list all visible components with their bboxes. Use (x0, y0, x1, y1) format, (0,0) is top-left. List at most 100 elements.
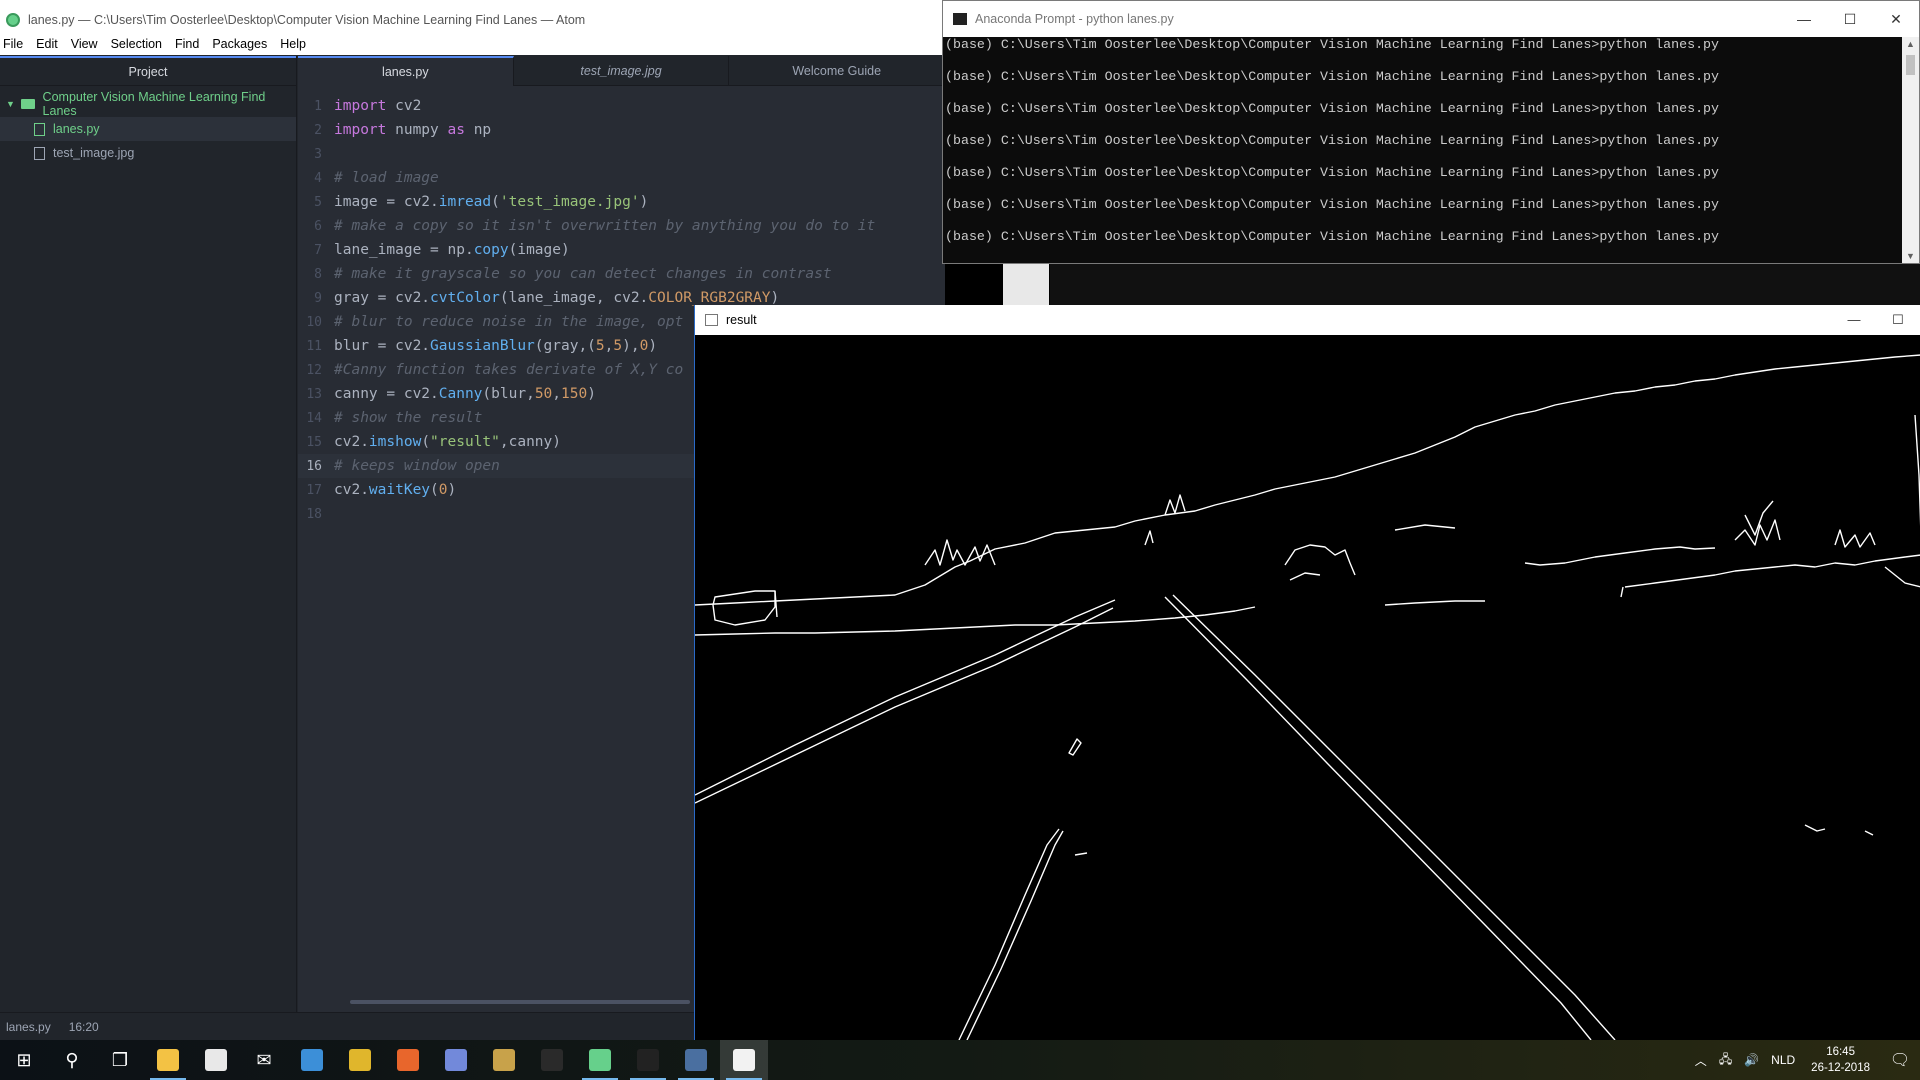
code-token: # show the result (334, 410, 483, 426)
tree-item-file[interactable]: test_image.jpg (0, 141, 296, 165)
volume-icon[interactable]: 🔊 (1744, 1053, 1759, 1067)
r-glyph (541, 1049, 563, 1071)
code-line[interactable]: 4 # load image (298, 166, 945, 190)
atom-icon[interactable] (576, 1040, 624, 1080)
code-token: ) (639, 194, 649, 210)
tab-lanes-py[interactable]: lanes.py (298, 56, 514, 86)
code-token: "result" (430, 434, 500, 450)
system-tray: ︿ 🖧 🔊 NLD 16:45 26-12-2018 🗨 (1689, 1040, 1920, 1080)
discord-icon[interactable] (432, 1040, 480, 1080)
terminal-line: (base) C:\Users\Tim Oosterlee\Desktop\Co… (945, 69, 1720, 84)
start-icon[interactable]: ⊞ (0, 1040, 48, 1080)
line-number: 14 (306, 410, 322, 426)
r-icon[interactable] (528, 1040, 576, 1080)
taskbar: ⊞ ⚲ ❐ ✉ ︿ 🖧 🔊 NLD 16:45 26-12-2018 🗨 (0, 1040, 1920, 1080)
file-code-icon (34, 122, 45, 136)
code-token: (blur, (482, 386, 535, 402)
code-line[interactable]: 2 import numpy as np (298, 118, 945, 142)
code-token: ( (430, 482, 439, 498)
terminal-line: (base) C:\Users\Tim Oosterlee\Desktop\Co… (945, 165, 1720, 180)
code-token: imread (438, 194, 492, 210)
code-line[interactable]: 6 # make a copy so it isn't overwritten b… (298, 214, 945, 238)
firefox-icon[interactable] (384, 1040, 432, 1080)
code-token: as (447, 122, 465, 138)
code-line[interactable]: 5 image = cv2.imread('test_image.jpg') (298, 190, 945, 214)
edge-small-right1 (1804, 824, 1826, 832)
menu-edit[interactable]: Edit (33, 37, 68, 55)
clock[interactable]: 16:45 26-12-2018 (1811, 1044, 1870, 1076)
store-icon[interactable] (192, 1040, 240, 1080)
tree-item-label: lanes.py (53, 122, 100, 136)
conda-scrollbar[interactable]: ▲ ▼ (1902, 37, 1919, 263)
search-icon[interactable]: ⚲ (48, 1040, 96, 1080)
editor-tab-bar: lanes.py test_image.jpg Welcome Guide (298, 56, 946, 86)
language-indicator[interactable]: NLD (1771, 1053, 1795, 1067)
tab-welcome-guide[interactable]: Welcome Guide (729, 56, 946, 86)
edge-horizon (695, 354, 1920, 606)
file-explorer-icon[interactable] (144, 1040, 192, 1080)
scroll-up-arrow-icon[interactable]: ▲ (1902, 39, 1919, 49)
code-token: 5 (595, 338, 605, 354)
tree-item-file[interactable]: lanes.py (0, 117, 296, 141)
line-number: 18 (306, 506, 322, 522)
close-button[interactable]: ✕ (1873, 11, 1919, 28)
terminal-icon[interactable] (624, 1040, 672, 1080)
chrome-icon[interactable] (336, 1040, 384, 1080)
edge-center-dash2 (966, 830, 1064, 1040)
minimize-button[interactable]: — (1832, 312, 1876, 328)
code-token: Canny (438, 386, 483, 402)
network-icon[interactable]: 🖧 (1719, 1050, 1732, 1071)
mail-icon[interactable]: ✉ (240, 1040, 288, 1080)
terminal-line: (base) C:\Users\Tim Oosterlee\Desktop\Co… (945, 229, 1720, 244)
menu-find[interactable]: Find (172, 37, 209, 55)
line-number: 4 (314, 170, 322, 186)
menu-help[interactable]: Help (277, 37, 316, 55)
store-glyph (205, 1049, 227, 1071)
result-window-icon[interactable] (720, 1040, 768, 1080)
menu-packages[interactable]: Packages (209, 37, 277, 55)
horizontal-scrollbar[interactable] (350, 1000, 690, 1004)
line-number: 9 (314, 290, 322, 306)
code-text: import cv2 (334, 98, 421, 114)
edge-far-right-vertical (1914, 414, 1920, 527)
league-icon[interactable] (480, 1040, 528, 1080)
code-line[interactable]: 7 lane_image = np.copy(image) (298, 238, 945, 262)
visual-studio-icon[interactable] (288, 1040, 336, 1080)
edge-building-left (712, 590, 776, 626)
code-token: ( (421, 434, 431, 450)
status-file[interactable]: lanes.py (6, 1020, 51, 1034)
scroll-thumb[interactable] (1906, 55, 1915, 75)
code-token: # keeps window open (334, 458, 500, 474)
menu-view[interactable]: View (68, 37, 108, 55)
maximize-button[interactable]: ☐ (1876, 312, 1920, 328)
line-number: 3 (314, 146, 322, 162)
code-token: 0 (639, 338, 649, 354)
maximize-button[interactable]: ☐ (1827, 11, 1873, 28)
conda-output[interactable]: (base) C:\Users\Tim Oosterlee\Desktop\Co… (943, 37, 1919, 261)
edge-center-dash (958, 828, 1060, 1040)
code-token: (image) (508, 242, 570, 258)
code-line[interactable]: 1 import cv2 (298, 94, 945, 118)
code-line[interactable]: 3 (298, 142, 945, 166)
minimize-button[interactable]: — (1781, 11, 1827, 28)
code-line[interactable]: 8 # make it grayscale so you can detect c… (298, 262, 945, 286)
menu-file[interactable]: File (0, 37, 33, 55)
line-number: 11 (306, 338, 322, 354)
menu-selection[interactable]: Selection (108, 37, 172, 55)
edge-far-right (1524, 546, 1716, 566)
atom-window-title: lanes.py — C:\Users\Tim Oosterlee\Deskto… (28, 13, 586, 27)
task-view-icon[interactable]: ❐ (96, 1040, 144, 1080)
notification-center-icon[interactable]: 🗨 (1880, 1050, 1920, 1070)
clock-time: 16:45 (1826, 1046, 1855, 1058)
scroll-down-arrow-icon[interactable]: ▼ (1902, 251, 1919, 261)
code-token: # make a copy so it isn't overwritten by… (334, 218, 876, 234)
image-viewer-icon[interactable] (672, 1040, 720, 1080)
project-tree-header[interactable]: Project (0, 56, 296, 86)
chevron-up-icon[interactable]: ︿ (1695, 1052, 1707, 1069)
image-viewer-glyph (685, 1049, 707, 1071)
line-number: 16 (306, 458, 322, 474)
tab-test-image-jpg[interactable]: test_image.jpg (513, 56, 730, 86)
project-root-folder[interactable]: ▼ Computer Vision Machine Learning Find … (0, 90, 296, 118)
line-number: 5 (314, 194, 322, 210)
status-cursor-position[interactable]: 16:20 (69, 1020, 99, 1034)
